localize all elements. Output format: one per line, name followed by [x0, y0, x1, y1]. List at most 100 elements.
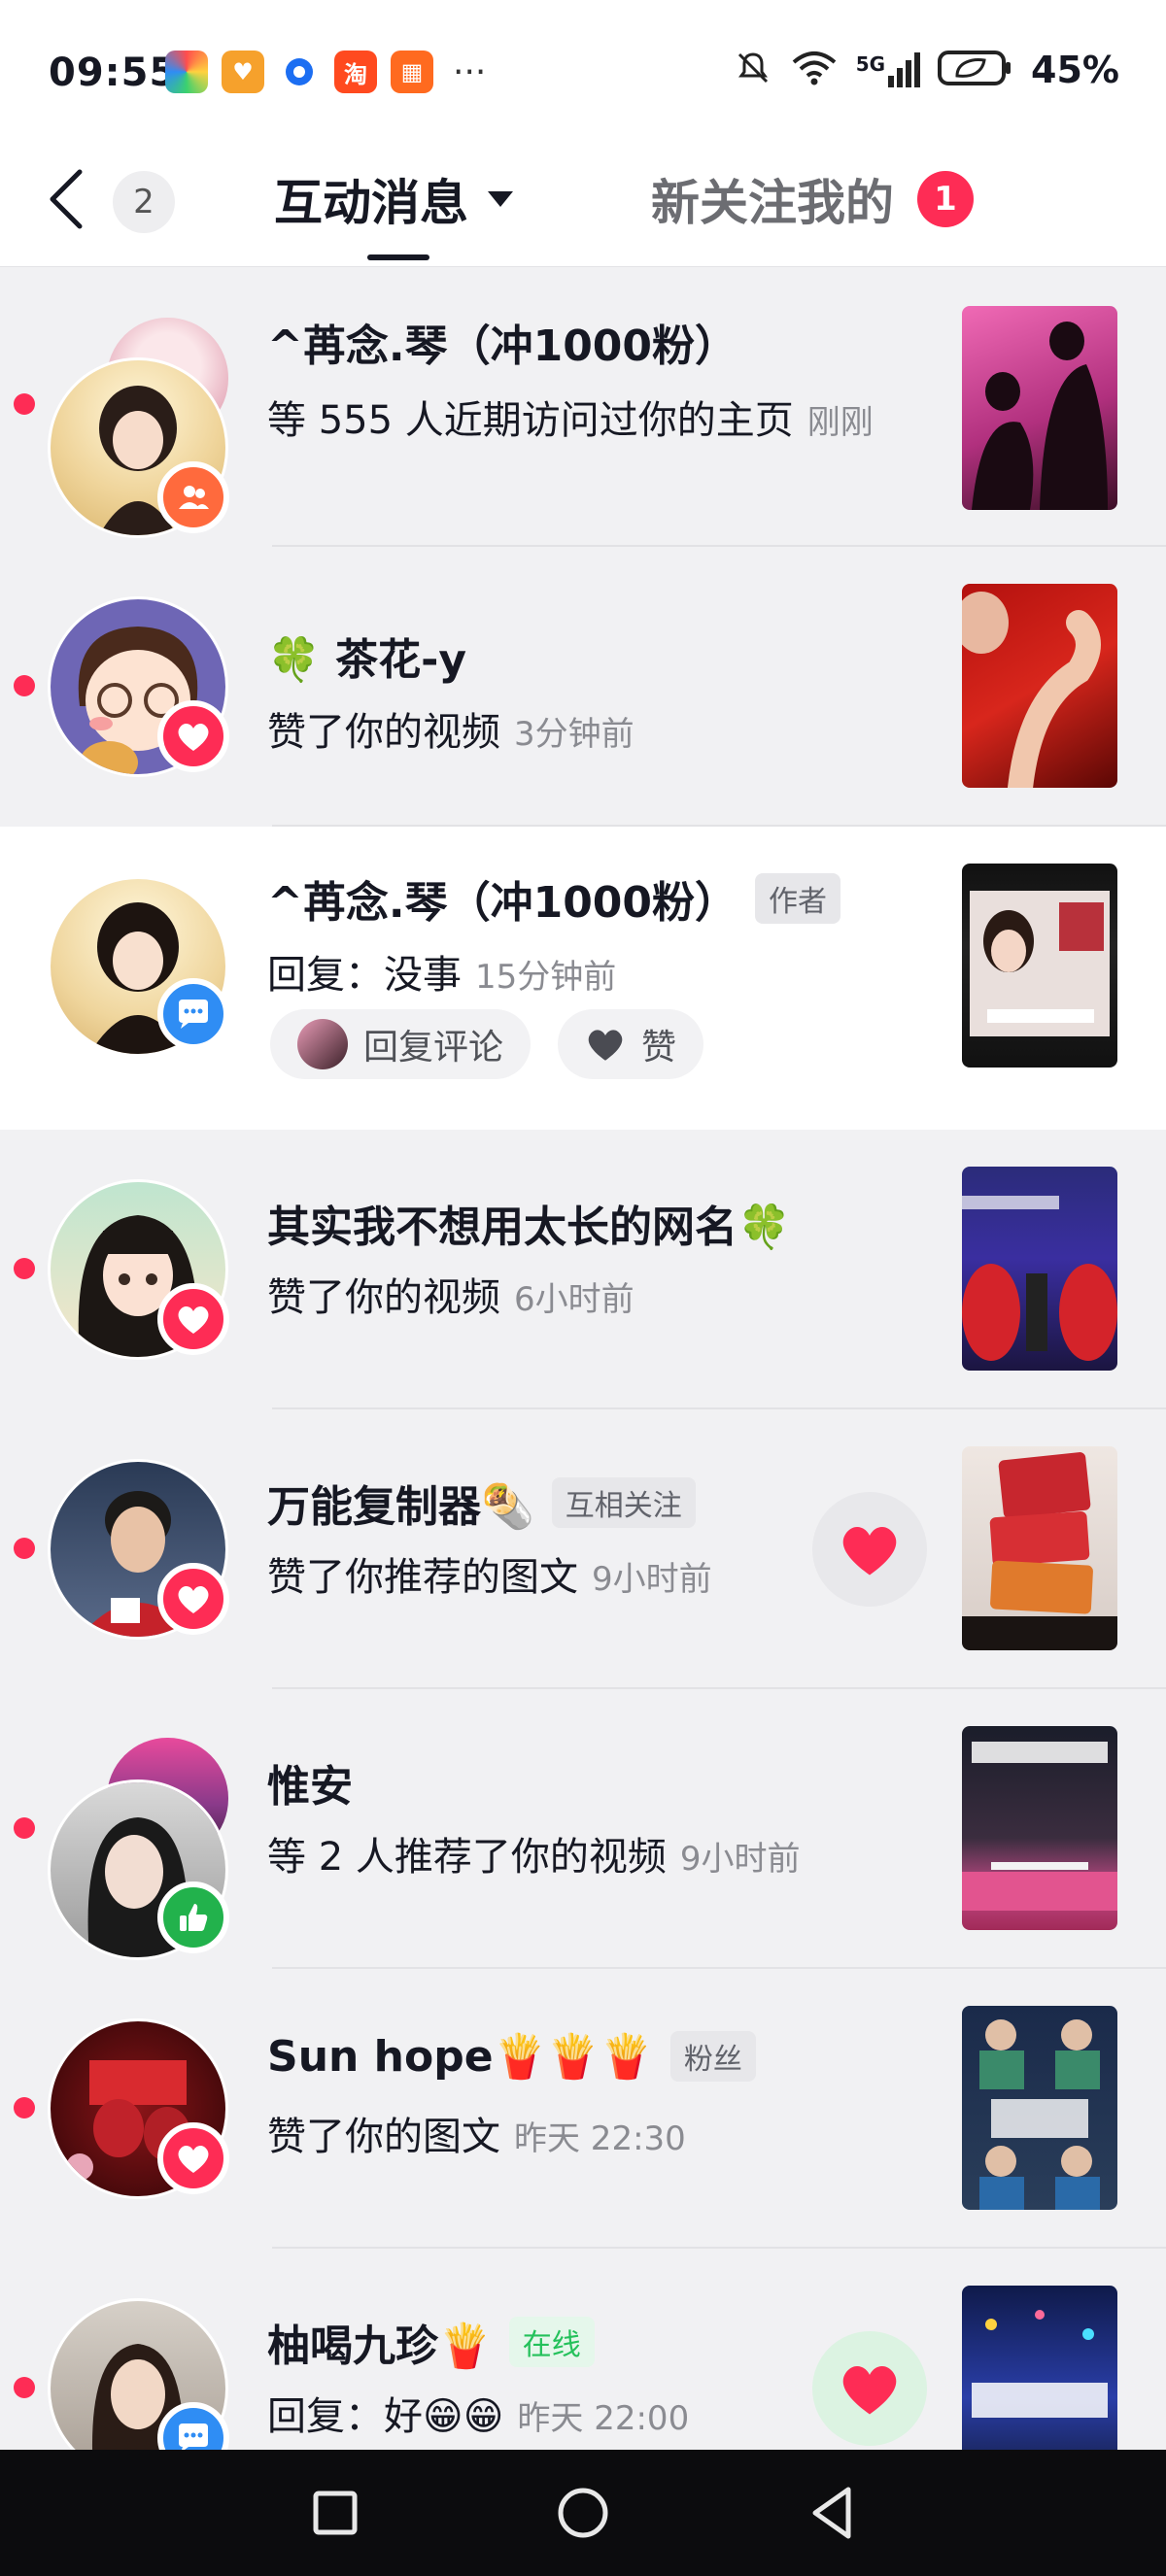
- recent-apps-button[interactable]: [299, 2477, 371, 2549]
- username[interactable]: 万能复制器🌯: [267, 1472, 534, 1534]
- tab-interactions-label: 互动消息: [274, 175, 468, 231]
- like-badge: [157, 1563, 229, 1635]
- username[interactable]: ^苒念.琴（冲1000粉）: [267, 311, 737, 373]
- list-item[interactable]: 其实我不想用太长的网名🍀 赞了你的视频 6小时前: [0, 1130, 1166, 1409]
- back-button[interactable]: [797, 2477, 869, 2549]
- taobao-app-icon: 淘: [334, 51, 377, 93]
- content-thumbnail[interactable]: [962, 864, 1117, 1068]
- timestamp: 9小时前: [592, 1560, 712, 1599]
- online-tag: 在线: [508, 2317, 595, 2367]
- comment-icon: [179, 1000, 208, 1029]
- username[interactable]: 其实我不想用太长的网名🍀: [267, 1192, 791, 1254]
- tab-interactions[interactable]: 互动消息: [274, 165, 515, 233]
- activity-text: 赞了你推荐的图文 9小时前: [267, 1545, 712, 1602]
- username[interactable]: 柚喝九珍🍟: [267, 2311, 492, 2373]
- username[interactable]: ^苒念.琴（冲1000粉）: [267, 867, 737, 930]
- content-thumbnail[interactable]: [962, 1726, 1117, 1930]
- thumbs-up-icon: [180, 1904, 208, 1931]
- timestamp: 9小时前: [679, 1840, 801, 1879]
- people-icon: [179, 486, 209, 509]
- username-row: ^苒念.琴（冲1000粉）: [267, 311, 737, 373]
- fan-tag: 粉丝: [669, 2031, 756, 2082]
- like-badge: [157, 1283, 229, 1355]
- like-back-button[interactable]: [812, 1492, 927, 1607]
- reply-text: 回复：没事: [267, 953, 462, 998]
- heart-icon: [178, 1305, 209, 1334]
- reply-comment-label: 回复评论: [363, 1028, 504, 1068]
- username[interactable]: Sun hope🍟🍟🍟: [267, 2031, 653, 2082]
- unread-dot: [14, 393, 35, 415]
- recent-apps-icon: [313, 2491, 358, 2535]
- chevron-left-icon: [50, 169, 83, 229]
- activity-text: 回复：没事 15分钟前: [267, 943, 616, 1000]
- battery-percent: 45%: [1031, 49, 1119, 91]
- heart-icon: [178, 723, 209, 751]
- content-thumbnail[interactable]: [962, 1446, 1117, 1650]
- timestamp: 3分钟前: [514, 715, 634, 754]
- content-thumbnail[interactable]: [962, 584, 1117, 788]
- list-item[interactable]: 万能复制器🌯 互相关注 赞了你推荐的图文 9小时前: [0, 1409, 1166, 1689]
- content-thumbnail[interactable]: [962, 306, 1117, 510]
- like-back-button[interactable]: [812, 2331, 927, 2446]
- activity-text: 赞了你的视频 6小时前: [267, 1266, 634, 1322]
- timestamp: 刚刚: [806, 403, 874, 442]
- activity-description: 赞了你推荐的图文: [267, 1555, 578, 1600]
- unread-dot: [14, 675, 35, 696]
- heart-icon: [842, 2366, 897, 2415]
- reply-text: 回复：好😁😁: [267, 2394, 504, 2439]
- notification-list: ^苒念.琴（冲1000粉） 等 555 人近期访问过你的主页 刚刚 🍀 茶花-y…: [0, 267, 1166, 2528]
- status-indicators: 5G 45%: [734, 49, 1119, 91]
- activity-description: 赞了你的视频: [267, 710, 500, 755]
- mute-icon: [734, 49, 772, 91]
- activity-text: 赞了你的图文 昨天 22:30: [267, 2105, 686, 2161]
- heart-icon: [588, 1030, 623, 1061]
- activity-text: 等 555 人近期访问过你的主页 刚刚: [267, 389, 874, 445]
- system-navigation-bar: [0, 2450, 1166, 2576]
- reply-comment-button[interactable]: 回复评论: [270, 1009, 532, 1079]
- signal-icon: 5G: [856, 52, 921, 87]
- unread-dot: [14, 1258, 35, 1279]
- notification-app-icons: ♥ 淘 ▦ ···: [165, 51, 486, 93]
- content-thumbnail[interactable]: [962, 1167, 1117, 1371]
- list-item[interactable]: Sun hope🍟🍟🍟 粉丝 赞了你的图文 昨天 22:30: [0, 1969, 1166, 2249]
- blue-ring-app-icon: [278, 51, 321, 93]
- mutual-follow-tag: 互相关注: [551, 1477, 696, 1528]
- messages-header: 2 互动消息 新关注我的 1: [0, 146, 1166, 267]
- activity-description: 等 555 人近期访问过你的主页: [267, 398, 794, 443]
- list-item[interactable]: 🍀 茶花-y 赞了你的视频 3分钟前: [0, 547, 1166, 827]
- tab-new-followers-label: 新关注我的: [651, 175, 894, 231]
- username-row: Sun hope🍟🍟🍟 粉丝: [267, 2031, 756, 2082]
- activity-description: 等 2 人推荐了你的视频: [267, 1835, 667, 1880]
- timestamp: 昨天 22:00: [517, 2399, 690, 2438]
- username-row: 柚喝九珍🍟 在线: [267, 2311, 595, 2373]
- timestamp: 15分钟前: [475, 958, 617, 997]
- active-tab-indicator: [367, 254, 429, 260]
- activity-description: 赞了你的视频: [267, 1275, 500, 1320]
- username-row: 惟安: [267, 1751, 353, 1813]
- list-item[interactable]: ^苒念.琴（冲1000粉） 等 555 人近期访问过你的主页 刚刚: [0, 267, 1166, 547]
- author-tag: 作者: [755, 873, 841, 924]
- unread-count-badge: 2: [113, 171, 175, 233]
- activity-description: 赞了你的图文: [267, 2115, 500, 2159]
- heart-app-icon: ♥: [222, 51, 264, 93]
- back-button[interactable]: [37, 165, 95, 233]
- content-thumbnail[interactable]: [962, 2006, 1117, 2210]
- username[interactable]: 惟安: [267, 1751, 353, 1813]
- unread-dot: [14, 2377, 35, 2398]
- list-item[interactable]: 惟安 等 2 人推荐了你的视频 9小时前: [0, 1689, 1166, 1969]
- activity-text: 等 2 人推荐了你的视频 9小时前: [267, 1825, 801, 1881]
- caret-down-icon: [488, 191, 513, 207]
- heart-icon: [842, 1527, 897, 1576]
- home-icon: [558, 2488, 608, 2538]
- unread-dot: [14, 1538, 35, 1559]
- list-item[interactable]: ^苒念.琴（冲1000粉） 作者 回复：没事 15分钟前 回复评论 赞: [0, 827, 1166, 1130]
- heart-icon: [178, 2145, 209, 2173]
- home-button[interactable]: [547, 2477, 619, 2549]
- unread-dot: [14, 2097, 35, 2118]
- tab-new-followers[interactable]: 新关注我的 1: [651, 165, 974, 233]
- username[interactable]: 🍀 茶花-y: [267, 625, 466, 687]
- avatar: [297, 1019, 348, 1069]
- like-badge: [157, 2122, 229, 2194]
- like-comment-button[interactable]: 赞: [558, 1009, 704, 1079]
- timestamp: 6小时前: [514, 1280, 634, 1319]
